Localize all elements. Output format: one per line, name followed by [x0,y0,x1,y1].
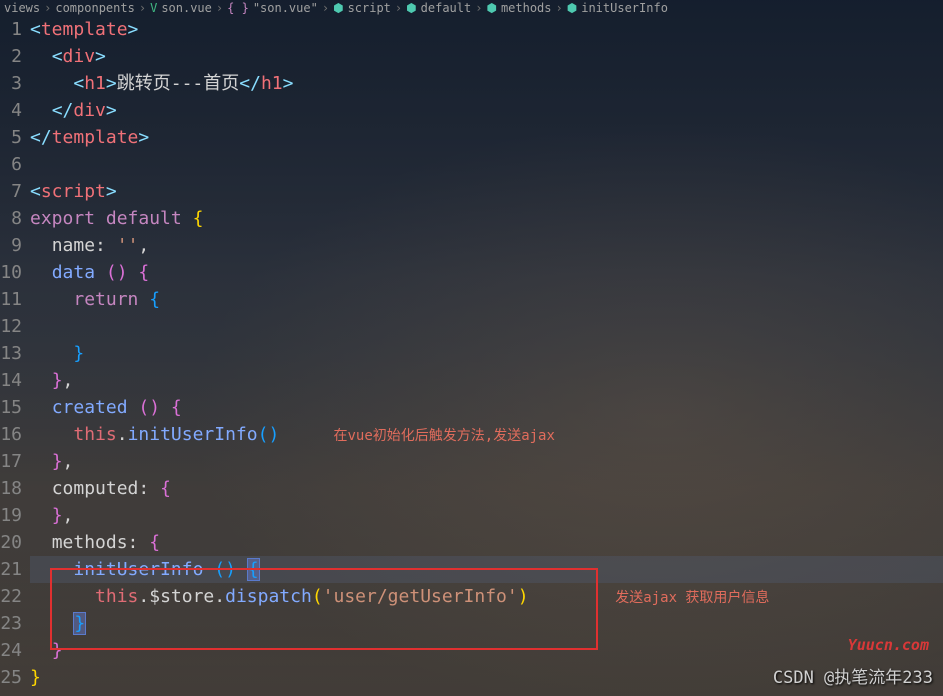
code-line[interactable]: methods: { [30,529,943,556]
code-line[interactable]: <h1>跳转页---首页</h1> [30,70,943,97]
code-line[interactable]: name: '', [30,232,943,259]
code-line[interactable] [30,313,943,340]
code-line[interactable]: } [30,610,943,637]
code-line[interactable]: }, [30,502,943,529]
breadcrumb-item[interactable]: componpents [55,1,134,15]
code-line[interactable]: this.$store.dispatch('user/getUserInfo')… [30,583,943,610]
chevron-right-icon: › [216,1,223,15]
code-line[interactable]: this.initUserInfo() 在vue初始化后触发方法,发送ajax [30,421,943,448]
chevron-right-icon: › [395,1,402,15]
code-line[interactable]: </template> [30,124,943,151]
code-line[interactable]: <div> [30,43,943,70]
code-line[interactable] [30,151,943,178]
code-line[interactable]: data () { [30,259,943,286]
watermark-yuucn: Yuucn.com [848,636,929,654]
cube-icon: ⬢ [567,1,577,15]
code-line[interactable]: initUserInfo () { [30,556,943,583]
breadcrumb-item[interactable]: son.vue [161,1,212,15]
code-line[interactable]: <script> [30,178,943,205]
code-content[interactable]: <template> <div> <h1>跳转页---首页</h1> </div… [30,16,943,691]
breadcrumb-item[interactable]: initUserInfo [581,1,668,15]
code-line[interactable]: } [30,340,943,367]
cube-icon: ⬢ [486,1,496,15]
breadcrumb[interactable]: views › componpents › V son.vue › { } "s… [0,0,943,16]
braces-icon: { } [227,1,249,15]
code-line[interactable]: }, [30,367,943,394]
code-line[interactable]: <template> [30,16,943,43]
code-line[interactable]: return { [30,286,943,313]
breadcrumb-item[interactable]: script [348,1,391,15]
chevron-right-icon: › [475,1,482,15]
cube-icon: ⬢ [333,1,343,15]
code-line[interactable]: } [30,637,943,664]
code-line[interactable]: }, [30,448,943,475]
breadcrumb-item[interactable]: "son.vue" [253,1,318,15]
code-line[interactable]: created () { [30,394,943,421]
breadcrumb-item[interactable]: views [4,1,40,15]
chevron-right-icon: › [556,1,563,15]
code-line[interactable]: export default { [30,205,943,232]
code-line[interactable]: computed: { [30,475,943,502]
cube-icon: ⬢ [406,1,416,15]
code-editor[interactable]: 1 2 3 4 5 6 7 8 9 10 11 12 13 14 15 16 1… [0,16,943,691]
code-line[interactable]: </div> [30,97,943,124]
chevron-right-icon: › [44,1,51,15]
watermark-csdn: CSDN @执笔流年233 [773,663,933,688]
chevron-right-icon: › [322,1,329,15]
line-gutter: 1 2 3 4 5 6 7 8 9 10 11 12 13 14 15 16 1… [0,16,30,691]
vue-icon: V [150,1,157,15]
breadcrumb-item[interactable]: methods [501,1,552,15]
chevron-right-icon: › [139,1,146,15]
breadcrumb-item[interactable]: default [421,1,472,15]
